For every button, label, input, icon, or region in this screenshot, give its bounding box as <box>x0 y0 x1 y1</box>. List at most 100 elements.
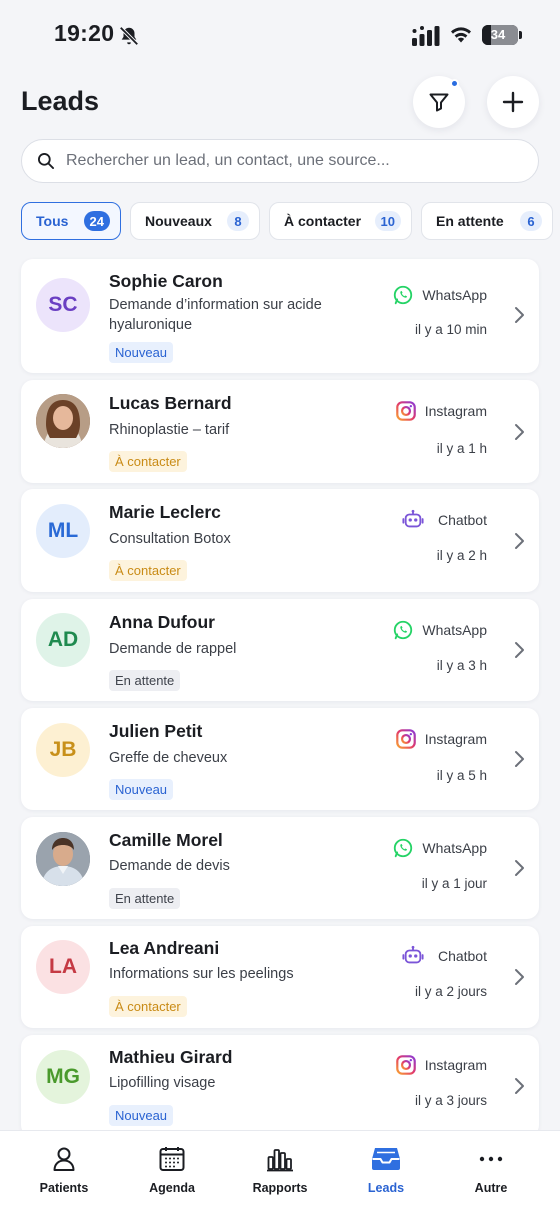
instagram-icon <box>395 1055 416 1075</box>
lead-source: Chatbot <box>402 508 487 532</box>
bell-off-icon <box>119 26 139 46</box>
avatar: AD <box>36 613 90 667</box>
filter-chips: Tous 24 Nouveaux 8 À contacter 10 En att… <box>21 202 553 240</box>
lead-card[interactable]: JB Julien Petit Greffe de cheveux Nouvea… <box>21 708 539 810</box>
status-time: 19:20 <box>54 20 115 46</box>
lead-card[interactable]: SC Sophie Caron Demande d’information su… <box>21 259 539 373</box>
status-badge: À contacter <box>109 996 187 1017</box>
avatar: LA <box>36 940 90 994</box>
bottom-nav: Patients Agenda Rapports Leads Autre <box>0 1130 560 1211</box>
lead-subject: Demande d’information sur acide hyaluron… <box>109 297 322 333</box>
lead-source: Instagram <box>395 399 487 423</box>
wifi-icon <box>451 27 471 43</box>
status-badge: À contacter <box>109 560 187 581</box>
nav-rapports[interactable]: Rapports <box>230 1145 330 1195</box>
status-badge: En attente <box>109 888 181 909</box>
lead-source: Instagram <box>395 727 487 751</box>
source-label: WhatsApp <box>422 840 487 856</box>
status-bar: 19:20 34 <box>0 0 560 64</box>
source-label: Chatbot <box>437 948 487 964</box>
lead-subject: Rhinoplastie – tarif <box>109 422 230 438</box>
status-badge: En attente <box>109 670 181 691</box>
chevron-right-icon <box>515 533 524 549</box>
chevron-right-icon <box>515 969 524 985</box>
chip-label: À contacter <box>284 213 362 229</box>
lead-source: WhatsApp <box>392 618 487 642</box>
filter-icon <box>429 93 449 112</box>
lead-name: Sophie Caron <box>109 271 223 291</box>
battery-level: 34 <box>490 27 506 42</box>
more-icon <box>479 1156 503 1162</box>
filter-active-dot <box>450 79 459 88</box>
bar-chart-icon <box>267 1149 293 1172</box>
avatar: ML <box>36 504 90 558</box>
person-icon <box>53 1147 75 1171</box>
whatsapp-icon <box>394 838 413 858</box>
filter-chip-en-attente[interactable]: En attente 6 <box>421 202 553 240</box>
nav-label: Rapports <box>252 1181 308 1195</box>
lead-name: Lucas Bernard <box>109 393 232 413</box>
lead-name: Julien Petit <box>109 721 203 741</box>
avatar-photo <box>36 394 90 448</box>
lead-card[interactable]: Camille Morel Demande de devis En attent… <box>21 817 539 919</box>
lead-source: Instagram <box>395 1053 487 1077</box>
lead-subject: Informations sur les peelings <box>109 966 294 982</box>
source-label: Instagram <box>424 1057 487 1073</box>
whatsapp-icon <box>394 285 413 305</box>
lead-name: Marie Leclerc <box>109 502 221 522</box>
lead-time: il y a 3 h <box>436 658 487 673</box>
nav-label: Patients <box>39 1181 89 1195</box>
avatar <box>36 394 90 448</box>
chip-label: Nouveaux <box>145 213 212 229</box>
add-lead-button[interactable] <box>487 76 539 128</box>
chevron-right-icon <box>515 307 524 323</box>
nav-leads[interactable]: Leads <box>336 1145 436 1195</box>
lead-card[interactable]: ML Marie Leclerc Consultation Botox À co… <box>21 489 539 592</box>
nav-agenda[interactable]: Agenda <box>122 1145 222 1195</box>
nav-patients[interactable]: Patients <box>14 1145 114 1195</box>
instagram-icon <box>395 401 416 421</box>
search-icon <box>38 153 54 169</box>
whatsapp-icon <box>394 620 413 640</box>
source-label: Chatbot <box>437 512 487 528</box>
lead-source: WhatsApp <box>392 283 487 307</box>
plus-icon <box>502 91 524 113</box>
search-bar[interactable] <box>21 139 539 183</box>
lead-subject: Consultation Botox <box>109 531 231 547</box>
lead-time: il y a 1 jour <box>421 876 487 891</box>
nav-autre[interactable]: Autre <box>441 1145 541 1195</box>
chip-count: 24 <box>83 211 110 231</box>
lead-time: il y a 2 h <box>436 548 487 563</box>
filter-chip-a-contacter[interactable]: À contacter 10 <box>269 202 412 240</box>
lead-subject: Demande de rappel <box>109 641 237 657</box>
source-label: WhatsApp <box>422 287 487 303</box>
lead-card[interactable]: Lucas Bernard Rhinoplastie – tarif À con… <box>21 380 539 483</box>
chatbot-icon <box>402 509 424 528</box>
lead-subject: Greffe de cheveux <box>109 750 228 766</box>
avatar: MG <box>36 1050 90 1104</box>
nav-label: Autre <box>474 1181 508 1195</box>
lead-card[interactable]: AD Anna Dufour Demande de rappel En atte… <box>21 599 539 701</box>
inbox-icon <box>372 1148 400 1170</box>
filter-chip-nouveaux[interactable]: Nouveaux 8 <box>130 202 260 240</box>
chip-count: 6 <box>520 211 542 231</box>
lead-time: il y a 3 jours <box>414 1093 487 1108</box>
lead-name: Lea Andreani <box>109 938 220 958</box>
filter-chip-tous[interactable]: Tous 24 <box>21 202 121 240</box>
lead-card[interactable]: MG Mathieu Girard Lipofilling visage Nou… <box>21 1035 539 1137</box>
chevron-right-icon <box>515 642 524 658</box>
lead-subject: Demande de devis <box>109 858 230 874</box>
lead-source: WhatsApp <box>392 836 487 860</box>
page-title: Leads <box>21 86 100 116</box>
signal-icon <box>412 26 440 46</box>
lead-time: il y a 2 jours <box>414 984 487 999</box>
avatar: SC <box>36 278 90 332</box>
status-badge: À contacter <box>109 451 187 472</box>
source-label: Instagram <box>424 731 487 747</box>
filter-button[interactable] <box>413 76 465 128</box>
source-label: Instagram <box>424 403 487 419</box>
status-badge: Nouveau <box>109 1105 174 1126</box>
calendar-icon <box>159 1147 185 1171</box>
lead-card[interactable]: LA Lea Andreani Informations sur les pee… <box>21 926 539 1028</box>
search-input[interactable] <box>66 152 506 170</box>
